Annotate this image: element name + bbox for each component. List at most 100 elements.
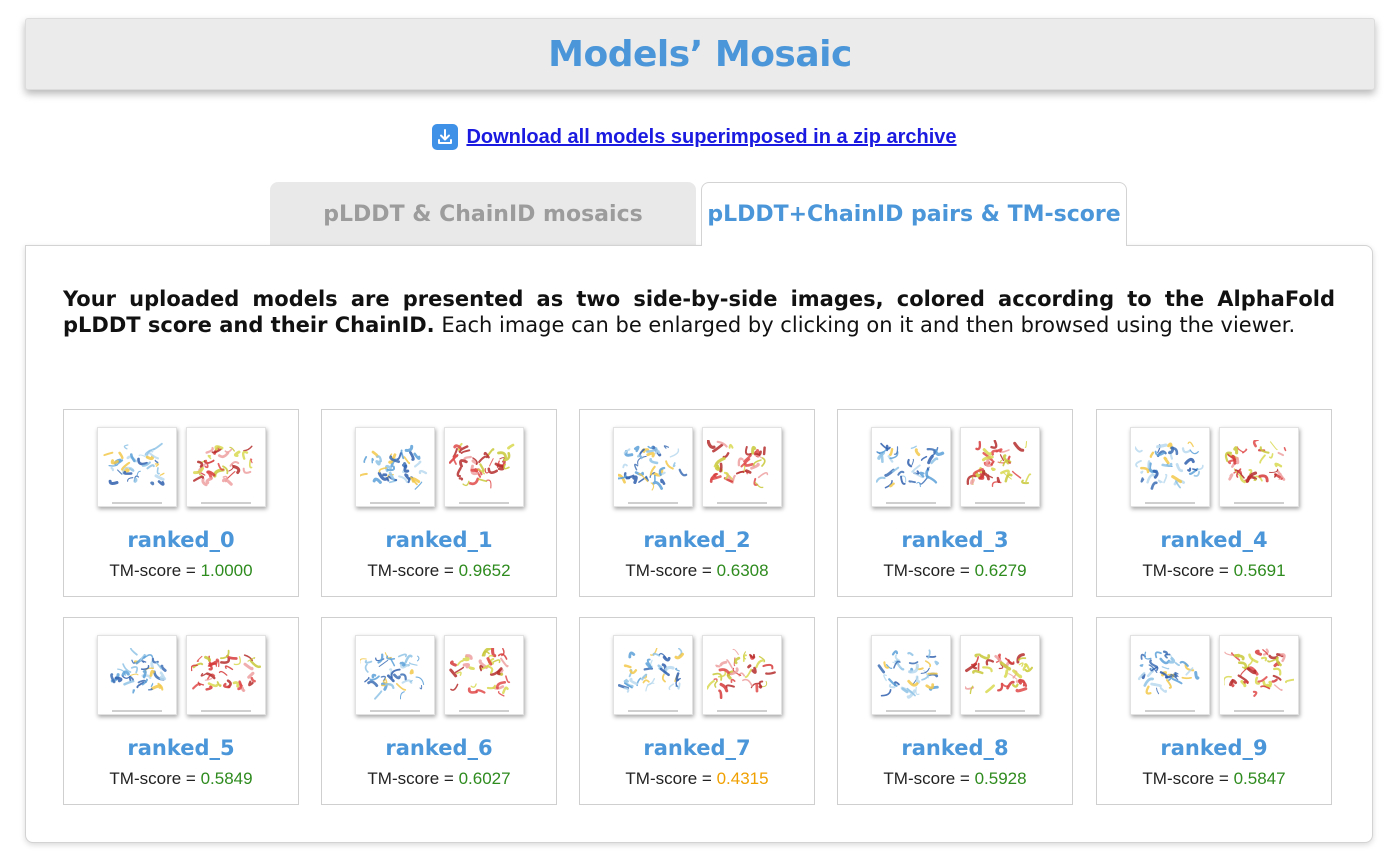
image-caption (717, 710, 767, 712)
image-caption (628, 502, 678, 504)
image-caption (717, 502, 767, 504)
model-card: ranked_8 TM-score = 0.5928 (837, 617, 1073, 805)
image-caption (370, 502, 420, 504)
tm-score: TM-score = 0.6279 (838, 561, 1072, 581)
plddt-image[interactable] (1130, 427, 1210, 507)
image-pair (355, 635, 525, 719)
model-card: ranked_0 TM-score = 1.0000 (63, 409, 299, 597)
chainid-image[interactable] (702, 427, 782, 507)
plddt-image[interactable] (613, 427, 693, 507)
image-caption (628, 710, 678, 712)
tm-score: TM-score = 0.5847 (1097, 769, 1331, 789)
tm-score-value: 0.6308 (716, 561, 769, 580)
model-name[interactable]: ranked_2 (580, 528, 814, 552)
chainid-image[interactable] (702, 635, 782, 715)
model-name[interactable]: ranked_1 (322, 528, 556, 552)
model-card: ranked_1 TM-score = 0.9652 (321, 409, 557, 597)
download-zip-link[interactable]: Download all models superimposed in a zi… (466, 126, 956, 149)
tm-score: TM-score = 0.6027 (322, 769, 556, 789)
tm-score-value: 0.9652 (458, 561, 511, 580)
plddt-image[interactable] (871, 427, 951, 507)
image-caption (1145, 502, 1195, 504)
image-caption (1145, 710, 1195, 712)
plddt-image[interactable] (613, 635, 693, 715)
image-caption (1234, 710, 1284, 712)
image-caption (975, 502, 1025, 504)
tm-score-value: 1.0000 (200, 561, 253, 580)
model-card: ranked_9 TM-score = 0.5847 (1096, 617, 1332, 805)
tm-score-label: TM-score = (1142, 561, 1234, 580)
tm-score-label: TM-score = (625, 769, 717, 788)
image-pair (1130, 635, 1300, 719)
tm-score: TM-score = 1.0000 (64, 561, 298, 581)
tab-panel: Your uploaded models are presented as tw… (25, 245, 1373, 843)
model-card: ranked_4 TM-score = 0.5691 (1096, 409, 1332, 597)
chainid-image[interactable] (444, 427, 524, 507)
chainid-image[interactable] (444, 635, 524, 715)
tm-score-value: 0.5691 (1233, 561, 1286, 580)
image-caption (370, 710, 420, 712)
image-pair (355, 427, 525, 511)
tm-score-value: 0.5849 (200, 769, 253, 788)
download-row: Download all models superimposed in a zi… (0, 124, 1389, 150)
model-card: ranked_6 TM-score = 0.6027 (321, 617, 557, 805)
image-pair (613, 427, 783, 511)
model-name[interactable]: ranked_8 (838, 736, 1072, 760)
chainid-image[interactable] (960, 427, 1040, 507)
model-name[interactable]: ranked_6 (322, 736, 556, 760)
tm-score-label: TM-score = (883, 561, 975, 580)
image-caption (459, 502, 509, 504)
tm-score: TM-score = 0.5849 (64, 769, 298, 789)
model-card: ranked_2 TM-score = 0.6308 (579, 409, 815, 597)
image-caption (1234, 502, 1284, 504)
chainid-image[interactable] (186, 427, 266, 507)
tm-score: TM-score = 0.4315 (580, 769, 814, 789)
tm-score: TM-score = 0.9652 (322, 561, 556, 581)
chainid-image[interactable] (186, 635, 266, 715)
model-name[interactable]: ranked_3 (838, 528, 1072, 552)
tm-score-label: TM-score = (1142, 769, 1234, 788)
intro-rest: Each image can be enlarged by clicking o… (434, 313, 1296, 337)
intro-text: Your uploaded models are presented as tw… (63, 286, 1335, 338)
image-caption (112, 710, 162, 712)
image-caption (201, 710, 251, 712)
image-caption (886, 502, 936, 504)
plddt-image[interactable] (97, 427, 177, 507)
download-icon[interactable] (432, 124, 459, 150)
tm-score: TM-score = 0.5928 (838, 769, 1072, 789)
image-caption (112, 502, 162, 504)
plddt-image[interactable] (1130, 635, 1210, 715)
tm-score-value: 0.6279 (974, 561, 1027, 580)
model-card: ranked_5 TM-score = 0.5849 (63, 617, 299, 805)
tm-score: TM-score = 0.5691 (1097, 561, 1331, 581)
model-name[interactable]: ranked_5 (64, 736, 298, 760)
tab-plddt-chainid-mosaics[interactable]: pLDDT & ChainID mosaics (270, 182, 696, 246)
chainid-image[interactable] (1219, 427, 1299, 507)
tm-score-label: TM-score = (883, 769, 975, 788)
image-pair (871, 427, 1041, 511)
tm-score-label: TM-score = (109, 769, 201, 788)
model-name[interactable]: ranked_0 (64, 528, 298, 552)
chainid-image[interactable] (960, 635, 1040, 715)
image-pair (1130, 427, 1300, 511)
model-card: ranked_3 TM-score = 0.6279 (837, 409, 1073, 597)
tm-score: TM-score = 0.6308 (580, 561, 814, 581)
image-caption (201, 502, 251, 504)
image-caption (886, 710, 936, 712)
tm-score-value: 0.5847 (1233, 769, 1286, 788)
tm-score-label: TM-score = (109, 561, 201, 580)
page-header: Models’ Mosaic (25, 18, 1375, 90)
chainid-image[interactable] (1219, 635, 1299, 715)
plddt-image[interactable] (355, 427, 435, 507)
plddt-image[interactable] (97, 635, 177, 715)
page-title: Models’ Mosaic (548, 33, 852, 75)
model-name[interactable]: ranked_7 (580, 736, 814, 760)
plddt-image[interactable] (355, 635, 435, 715)
tm-score-label: TM-score = (625, 561, 717, 580)
plddt-image[interactable] (871, 635, 951, 715)
tm-score-label: TM-score = (367, 769, 459, 788)
image-caption (459, 710, 509, 712)
model-name[interactable]: ranked_4 (1097, 528, 1331, 552)
model-name[interactable]: ranked_9 (1097, 736, 1331, 760)
tab-plddt-chainid-pairs-tm-score[interactable]: pLDDT+ChainID pairs & TM-score (701, 182, 1127, 246)
